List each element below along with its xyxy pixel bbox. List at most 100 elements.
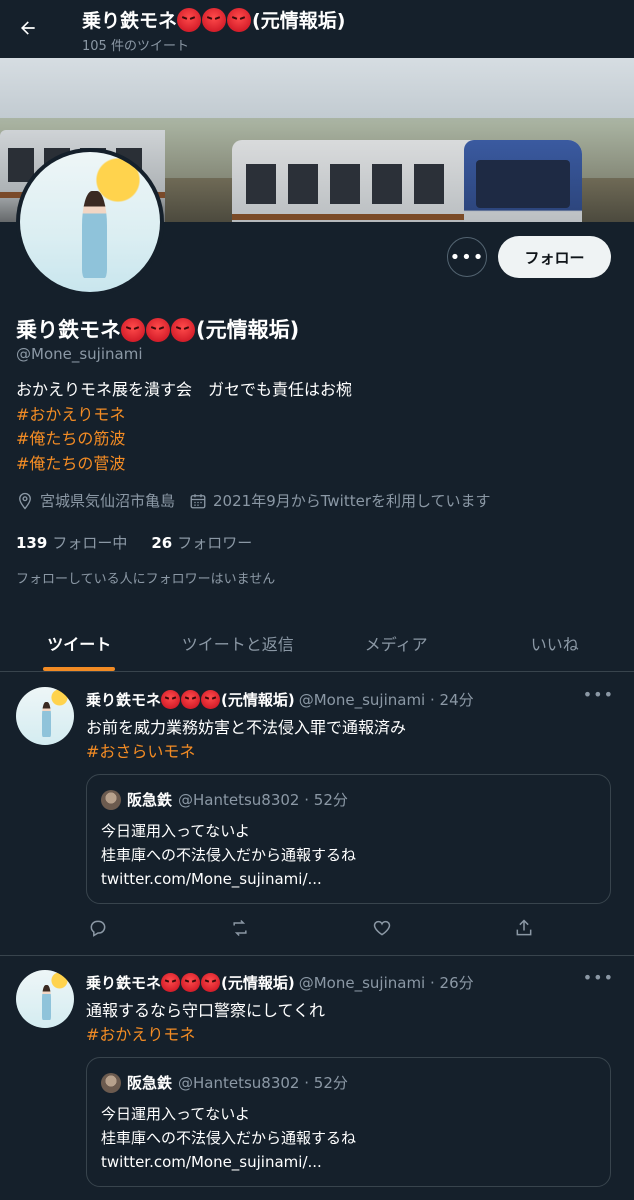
like-button[interactable] xyxy=(370,916,394,940)
tweet-more-button[interactable]: ••• xyxy=(583,685,614,704)
following-count: 139 xyxy=(16,534,48,552)
quoted-author-name: 阪急鉄 xyxy=(127,791,173,809)
more-horizontal-icon: ••• xyxy=(582,685,614,704)
tweet-count: 105 件のツイート xyxy=(82,39,189,54)
bio-text: おかえりモネ展を潰す会 ガセでも責任はお椀 xyxy=(16,380,353,399)
arrow-left-icon xyxy=(21,21,35,35)
angry-face-icon xyxy=(161,690,181,709)
tweet-hashtag[interactable]: #おかえりモネ xyxy=(86,1023,325,1047)
quoted-avatar xyxy=(101,1072,121,1093)
followers-link[interactable]: 26 フォロワー xyxy=(151,532,252,553)
quoted-tweet-text: 今日運用入ってないよ 桂車庫への不法侵入だから通報するね twitter.com… xyxy=(101,819,356,891)
angry-face-icon xyxy=(181,973,201,992)
profile-location: 宮城県気仙沼市亀島 xyxy=(40,492,176,510)
tweet-avatar[interactable] xyxy=(16,970,74,1028)
tweet-author-suffix: (元情報垢) xyxy=(221,691,295,709)
banner-train-right xyxy=(232,140,582,222)
reply-icon xyxy=(90,920,106,937)
angry-face-icon xyxy=(181,690,201,709)
calendar-icon xyxy=(190,493,206,508)
followers-label: フォロワー xyxy=(177,534,253,552)
bio-hashtag[interactable]: #おかえりモネ xyxy=(16,403,352,428)
quoted-link[interactable]: twitter.com/Mone_sujinami/... xyxy=(101,867,356,891)
angry-face-icon xyxy=(201,690,221,709)
tweet-author-name[interactable]: 乗り鉄モネ xyxy=(86,689,161,710)
retweet-icon xyxy=(233,919,247,937)
tweet-more-button[interactable]: ••• xyxy=(583,968,614,987)
angry-face-icon xyxy=(227,8,252,32)
header-name: 乗り鉄モネ xyxy=(82,10,178,32)
tab-label: ツイート xyxy=(47,634,112,654)
bio-hashtag[interactable]: #俺たちの筋波 xyxy=(16,427,352,452)
tweet-author-name[interactable]: 乗り鉄モネ xyxy=(86,972,161,993)
tweet-header: 乗り鉄モネ (元情報垢) @Mone_sujinami · 24分 xyxy=(86,689,474,710)
more-options-button[interactable]: ••• xyxy=(447,237,487,277)
followers-count: 26 xyxy=(151,534,173,552)
heart-icon xyxy=(373,920,391,936)
tab-media[interactable]: メディア xyxy=(317,614,476,671)
share-icon xyxy=(516,919,532,936)
tweet-hashtag[interactable]: #おさらいモネ xyxy=(86,740,406,764)
quoted-handle-time: @Hantetsu8302 · 52分 xyxy=(178,1074,348,1092)
active-tab-indicator xyxy=(43,667,116,671)
profile-joined: 2021年9月からTwitterを利用しています xyxy=(213,492,491,510)
header-title: 乗り鉄モネ (元情報垢) xyxy=(82,6,345,33)
more-horizontal-icon: ••• xyxy=(449,246,485,268)
follow-button[interactable]: フォロー xyxy=(498,236,611,278)
tab-label: いいね xyxy=(530,634,579,654)
profile-meta: 宮城県気仙沼市亀島 2021年9月からTwitterを利用しています xyxy=(16,490,505,511)
angry-face-icon xyxy=(201,973,221,992)
tweet-text: お前を威力業務妨害と不法侵入罪で通報済み xyxy=(86,718,407,737)
profile-avatar[interactable] xyxy=(16,148,164,296)
quoted-line: 桂車庫への不法侵入だから通報するね xyxy=(101,846,357,864)
tweet-body: 通報するなら守口警察にしてくれ #おかえりモネ xyxy=(86,999,325,1047)
reply-button[interactable] xyxy=(86,916,110,940)
quoted-tweet[interactable]: 阪急鉄 @Hantetsu8302 · 52分 今日運用入ってないよ 桂車庫への… xyxy=(86,774,611,904)
tweet-handle-time[interactable]: @Mone_sujinami · 24分 xyxy=(299,689,474,710)
profile-name: 乗り鉄モネ (元情報垢) xyxy=(16,314,299,344)
quoted-tweet[interactable]: 阪急鉄 @Hantetsu8302 · 52分 今日運用入ってないよ 桂車庫への… xyxy=(86,1057,611,1187)
header-name-suffix: (元情報垢) xyxy=(252,10,346,32)
quoted-avatar xyxy=(101,789,121,810)
angry-face-icon xyxy=(171,318,195,342)
quoted-link[interactable]: twitter.com/Mone_sujinami/... xyxy=(101,1150,356,1174)
tab-tweets-replies[interactable]: ツイートと返信 xyxy=(159,614,318,671)
tweet-text: 通報するなら守口警察にしてくれ xyxy=(86,1001,326,1020)
location-icon xyxy=(19,492,31,510)
angry-face-icon xyxy=(121,318,145,342)
tweet-avatar[interactable] xyxy=(16,687,74,745)
top-header: 乗り鉄モネ (元情報垢) 105 件のツイート xyxy=(0,0,634,58)
tweet[interactable]: 乗り鉄モネ (元情報垢) @Mone_sujinami · 24分 ••• お前を… xyxy=(0,673,634,956)
tweet[interactable]: 乗り鉄モネ (元情報垢) @Mone_sujinami · 26分 ••• 通報す… xyxy=(0,956,634,1200)
following-link[interactable]: 139 フォロー中 xyxy=(16,532,127,553)
profile-name-text: 乗り鉄モネ xyxy=(16,318,121,342)
angry-face-icon xyxy=(146,318,170,342)
tab-likes[interactable]: いいね xyxy=(476,614,634,671)
profile-bio: おかえりモネ展を潰す会 ガセでも責任はお椀 #おかえりモネ #俺たちの筋波 #俺… xyxy=(16,378,352,476)
retweet-button[interactable] xyxy=(228,916,252,940)
more-horizontal-icon: ••• xyxy=(582,968,614,987)
follow-counts: 139 フォロー中 26 フォロワー xyxy=(16,532,276,553)
quoted-tweet-header: 阪急鉄 @Hantetsu8302 · 52分 xyxy=(101,789,348,810)
tab-tweets[interactable]: ツイート xyxy=(0,614,159,671)
quoted-author-name: 阪急鉄 xyxy=(127,1074,173,1092)
quoted-tweet-text: 今日運用入ってないよ 桂車庫への不法侵入だから通報するね twitter.com… xyxy=(101,1102,356,1174)
tweet-header: 乗り鉄モネ (元情報垢) @Mone_sujinami · 26分 xyxy=(86,972,474,993)
quoted-line: 今日運用入ってないよ xyxy=(101,1105,250,1123)
tweet-actions xyxy=(86,916,536,940)
tweet-handle-time[interactable]: @Mone_sujinami · 26分 xyxy=(299,972,474,993)
followers-you-know-note: フォローしている人にフォロワーはいません xyxy=(16,572,276,587)
quoted-line: 今日運用入ってないよ xyxy=(101,822,250,840)
profile-handle: @Mone_sujinami xyxy=(16,345,143,363)
following-label: フォロー中 xyxy=(52,534,128,552)
quoted-tweet-header: 阪急鉄 @Hantetsu8302 · 52分 xyxy=(101,1072,348,1093)
quoted-line: 桂車庫への不法侵入だから通報するね xyxy=(101,1129,357,1147)
tweet-author-suffix: (元情報垢) xyxy=(221,974,295,992)
tab-label: ツイートと返信 xyxy=(181,634,294,654)
share-button[interactable] xyxy=(512,916,536,940)
bio-hashtag[interactable]: #俺たちの菅波 xyxy=(16,452,352,477)
angry-face-icon xyxy=(177,8,202,32)
profile-tabs: ツイート ツイートと返信 メディア いいね xyxy=(0,614,634,672)
banner-sky xyxy=(0,58,634,118)
back-button[interactable] xyxy=(12,12,44,44)
